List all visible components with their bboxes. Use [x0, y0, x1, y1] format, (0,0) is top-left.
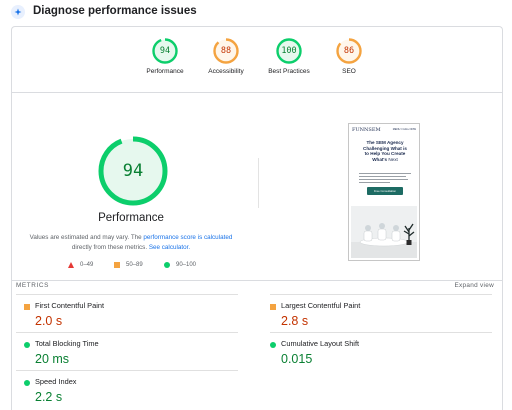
gauge-seo[interactable]: 86 SEO [319, 37, 379, 75]
gauge-label: Best Practices [268, 68, 310, 75]
section-title: Diagnose performance issues [33, 5, 197, 17]
metric-name: Largest Contentful Paint [281, 301, 361, 310]
gauge-label: SEO [342, 68, 356, 75]
screenshot-body-text [359, 173, 411, 185]
section-header: Diagnose performance issues [0, 0, 512, 24]
metric-value: 20 ms [35, 352, 70, 366]
screenshot-menu: MENU / CALL NOW [392, 128, 416, 131]
metric-value: 2.8 s [281, 314, 309, 328]
metric-name: First Contentful Paint [35, 301, 105, 310]
divider [12, 280, 502, 281]
screenshot-cta-button: Free Consultation [367, 187, 403, 195]
gauge-performance[interactable]: 94 Performance [135, 37, 195, 75]
metric-value: 2.0 s [35, 314, 63, 328]
screenshot-headline: The SEM Agency Challenging What is to He… [355, 140, 415, 162]
screenshot-logo: FUNNSEM [352, 127, 381, 133]
metric-divider [270, 332, 492, 333]
metric-divider [270, 294, 492, 295]
gauge-label: Accessibility [208, 68, 244, 75]
legend-range: 90–100 [176, 262, 197, 268]
legend-item-pass: 90–100 [164, 262, 196, 268]
metric-name: Cumulative Layout Shift [281, 339, 360, 348]
calculator-link[interactable]: See calculator. [149, 244, 190, 251]
metric-total-blocking-time: Total Blocking Time 20 ms [24, 334, 249, 370]
metric-cumulative-layout-shift: Cumulative Layout Shift 0.015 [270, 334, 495, 370]
main-performance-gauge: 94 [96, 134, 170, 208]
square-icon [114, 262, 120, 268]
circle-icon [164, 262, 170, 268]
good-circle-icon [24, 342, 30, 348]
expand-view-button[interactable]: Expand view [454, 282, 494, 289]
average-square-icon [270, 304, 276, 310]
gauge-best-practices[interactable]: 100 Best Practices [259, 37, 319, 75]
triangle-icon [68, 262, 74, 268]
gauge-score: 86 [343, 46, 355, 56]
category-gauges: 94 Performance 88 Accessibility 100 Best… [140, 37, 380, 81]
metric-first-contentful-paint: First Contentful Paint 2.0 s [24, 296, 249, 332]
page-screenshot[interactable]: FUNNSEM MENU / CALL NOW The SEM Agency C… [348, 123, 420, 261]
score-calculation-link[interactable]: performance score is calculated [143, 234, 232, 241]
note-text: directly from these metrics. [71, 243, 149, 251]
metric-speed-index: Speed Index 2.2 s [24, 372, 249, 408]
main-gauge-score: 94 [122, 161, 144, 181]
divider [12, 92, 502, 93]
screenshot-hero-image [351, 206, 417, 258]
metric-name: Total Blocking Time [35, 339, 99, 348]
metric-value: 0.015 [281, 352, 313, 366]
metric-largest-contentful-paint: Largest Contentful Paint 2.8 s [270, 296, 495, 332]
headline-light: Next [388, 156, 398, 162]
legend-item-average: 50–89 [114, 262, 143, 268]
average-square-icon [24, 304, 30, 310]
gauge-score: 88 [220, 46, 232, 56]
metric-value: 2.2 s [35, 390, 63, 404]
metric-divider [16, 332, 238, 333]
gauge-score: 94 [159, 46, 171, 56]
main-gauge-label: Performance [98, 212, 164, 224]
metrics-heading: METRICS [16, 282, 49, 289]
score-note: Values are estimated and may vary. The p… [28, 233, 234, 252]
speed-insights-icon [11, 5, 25, 19]
metric-name: Speed Index [35, 377, 77, 386]
note-text: Values are estimated and may vary. The [29, 234, 144, 241]
headline-line: What's [372, 156, 388, 162]
good-circle-icon [24, 380, 30, 386]
gauge-score: 100 [281, 46, 297, 56]
legend-range: 50–89 [126, 262, 143, 268]
gauge-accessibility[interactable]: 88 Accessibility [196, 37, 256, 75]
legend-item-fail: 0–49 [68, 262, 93, 268]
vertical-divider [258, 158, 259, 208]
metric-divider [16, 294, 238, 295]
good-circle-icon [270, 342, 276, 348]
gauge-label: Performance [146, 68, 184, 75]
legend-range: 0–49 [80, 262, 94, 268]
metric-divider [16, 370, 238, 371]
